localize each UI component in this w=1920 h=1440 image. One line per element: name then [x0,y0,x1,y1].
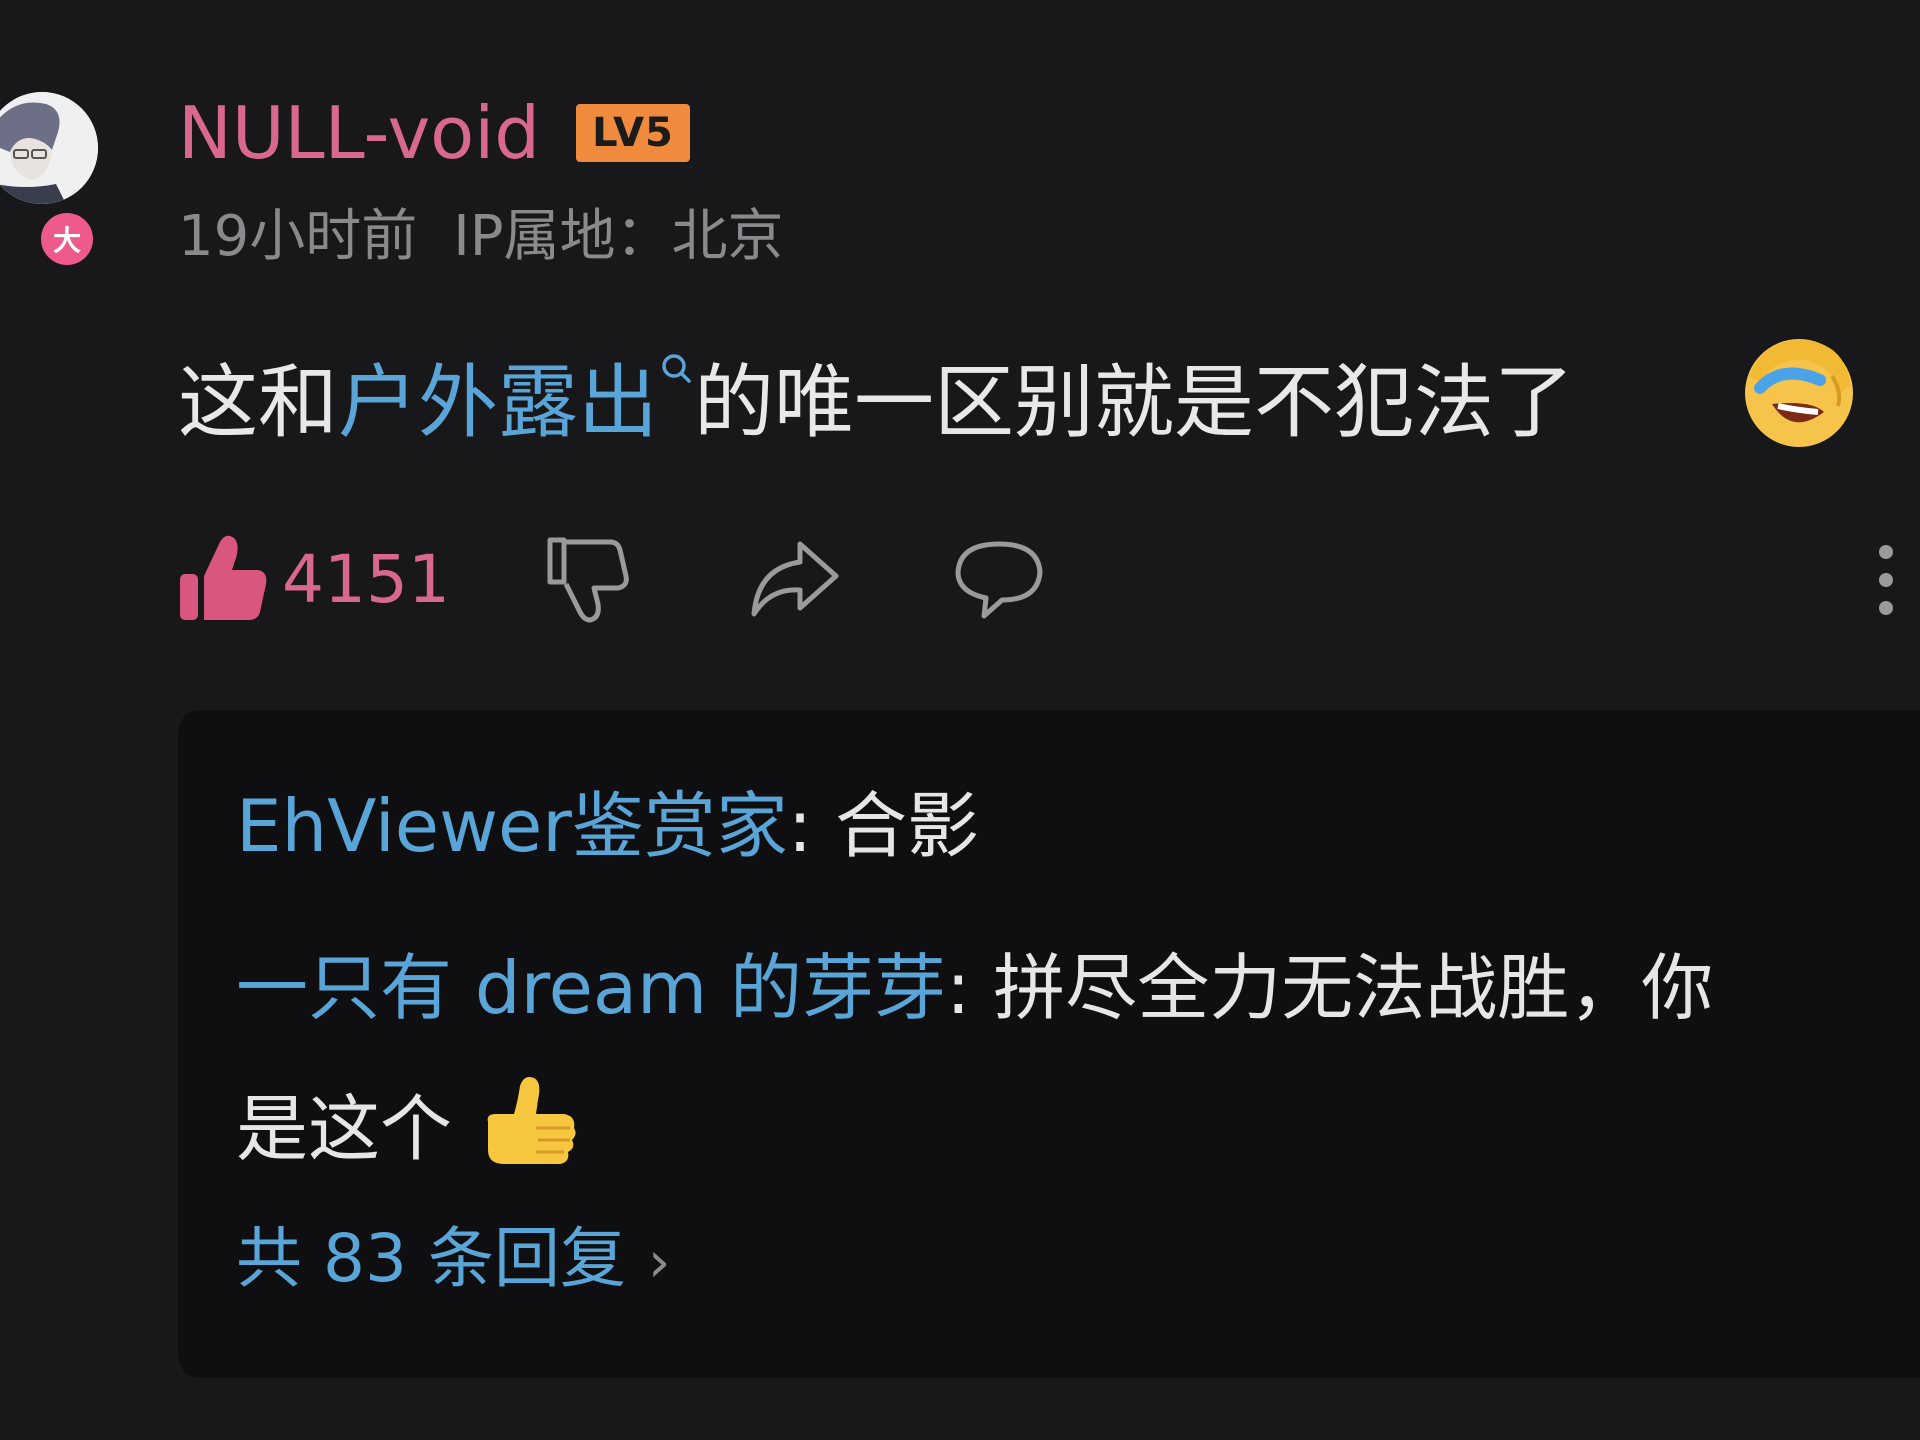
chevron-right-icon: › [647,1230,671,1295]
avatar-image [0,92,98,204]
verified-badge: 大 [36,208,98,270]
thumbs-up-icon[interactable] [178,530,268,624]
search-link[interactable]: 户外露出 [338,354,694,449]
like-count: 4151 [282,541,450,618]
ip-location: IP属地：北京 [453,204,784,269]
search-icon [662,354,691,383]
laugh-cry-emoji-icon [1745,339,1853,447]
reply-item[interactable]: EhViewer鉴赏家: 合影 [236,778,979,874]
comment-text-before: 这和 [178,356,338,449]
comment-text: 这和户外露出 的唯一区别就是不犯法了 [178,348,1574,458]
reply-author[interactable]: EhViewer鉴赏家 [236,784,788,868]
comment-actions: 4151 [178,530,1918,630]
reply-author[interactable]: 一只有 dream 的芽芽 [236,946,946,1030]
reply-text: 合影 [835,784,980,868]
level-badge: LV5 [576,104,690,162]
avatar[interactable] [0,92,98,204]
comment-time: 19小时前 [178,204,418,269]
thumbs-down-icon[interactable] [544,534,630,624]
comment-meta: 19小时前 IP属地：北京 [178,202,784,272]
reply-item[interactable]: 一只有 dream 的芽芽: 拼尽全力无法战胜，你 [236,940,1713,1036]
reply-text-cont: 是这个 [236,1087,453,1171]
reply-separator: : [787,784,836,868]
reply-text-continued: 是这个 [236,1070,580,1177]
comment-item: 大 NULL-void LV5 19小时前 IP属地：北京 这和户外露出 的唯一区别… [0,0,1920,1440]
comment-bubble-icon[interactable] [954,538,1044,620]
reply-separator: : [946,946,994,1030]
reply-text: 拼尽全力无法战胜，你 [993,946,1714,1030]
search-link-text: 户外露出 [338,356,658,449]
share-icon[interactable] [748,538,840,620]
view-all-replies-link[interactable]: 共 83 条回复 › [236,1216,670,1306]
comment-text-after: 的唯一区别就是不犯法了 [694,356,1574,449]
more-replies-label: 共 83 条回复 [236,1220,626,1297]
username[interactable]: NULL-void [178,90,540,176]
more-vertical-icon[interactable] [1872,538,1900,622]
thumbs-up-emoji-icon [487,1077,576,1164]
